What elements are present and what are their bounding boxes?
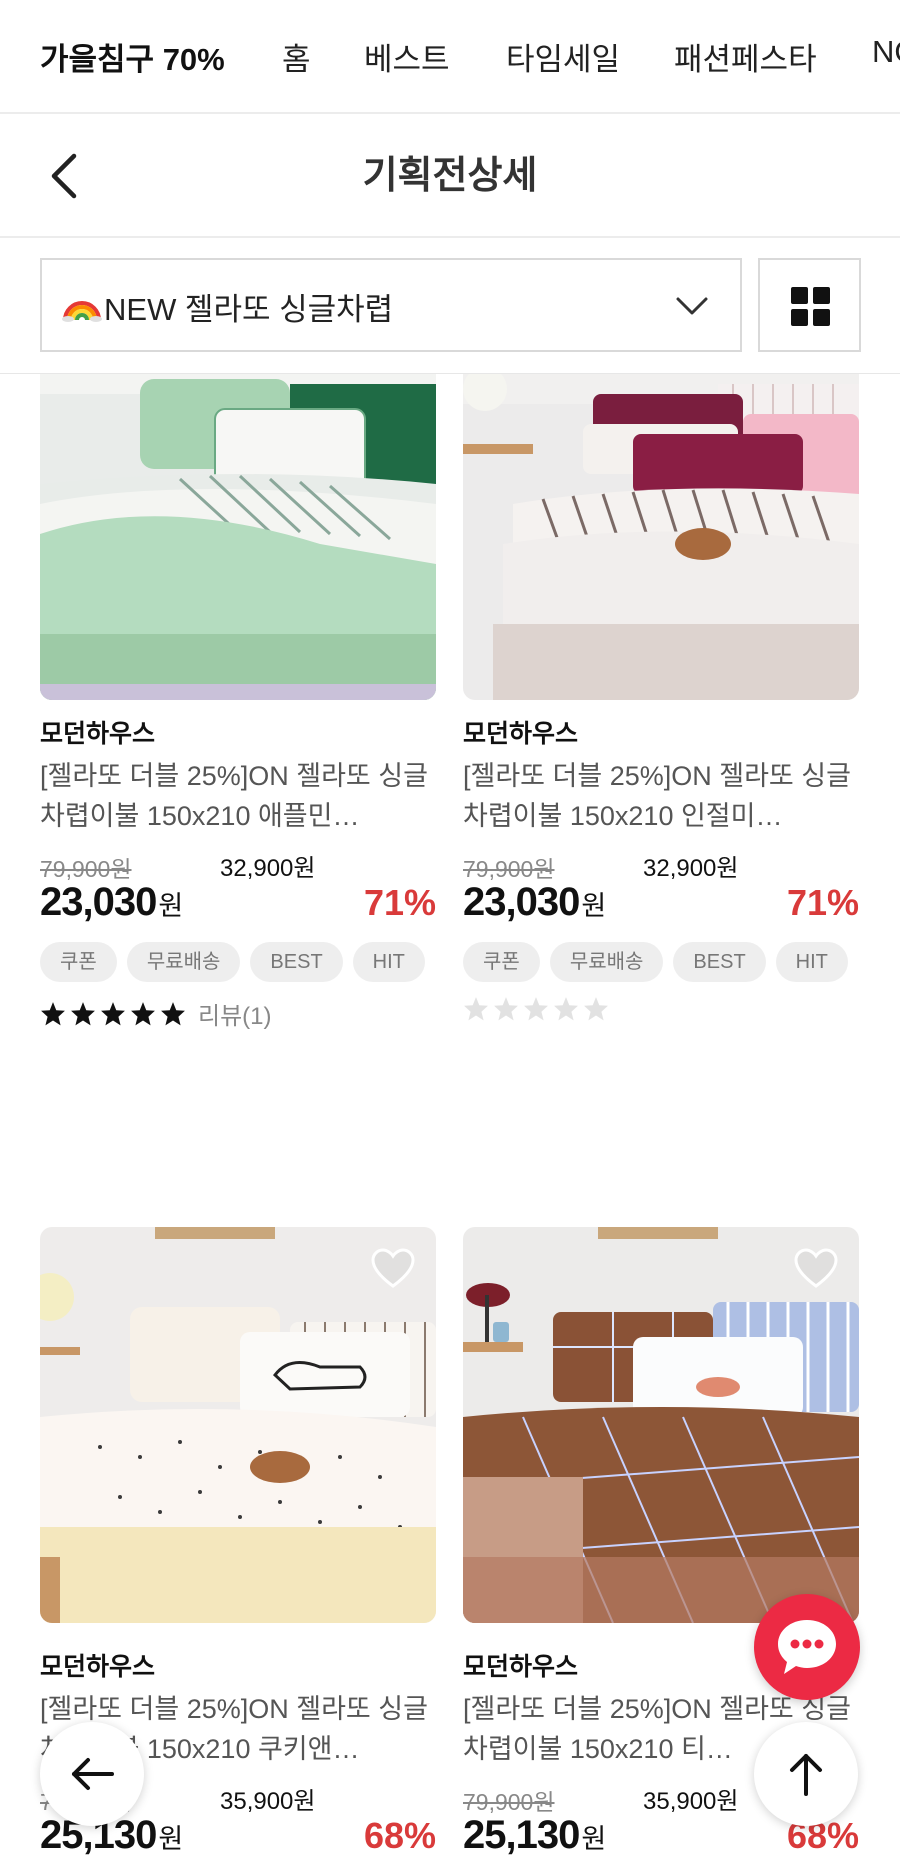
star-icon: [41, 1001, 65, 1025]
grid-view-button[interactable]: [758, 258, 861, 352]
tag-hit: HIT: [352, 942, 425, 982]
star-icon: [71, 1001, 95, 1025]
currency-unit: 원: [158, 1824, 183, 1854]
product-brand: 모던하우스: [463, 1653, 579, 1681]
rainbow-icon: [62, 301, 102, 322]
star-empty-icon: [584, 997, 608, 1021]
discount-rate: 68%: [363, 1815, 436, 1856]
product-image: [40, 1227, 436, 1623]
original-price: 79,900원: [463, 1789, 555, 1815]
rating-stars: [463, 996, 609, 1022]
product-name[interactable]: [젤라또 더블 25%]ON 젤라또 싱글 차렵이불 150x210 애플민…: [40, 756, 436, 836]
star-icon: [131, 1001, 155, 1025]
arrow-up-icon: [790, 1754, 822, 1796]
scroll-top-button[interactable]: [754, 1722, 858, 1826]
discount-rate: 71%: [363, 882, 436, 923]
discount-rate: 71%: [786, 882, 859, 923]
star-empty-icon: [524, 997, 548, 1021]
sale-price: 23,030원: [463, 880, 606, 925]
currency-unit: 원: [158, 891, 183, 921]
star-empty-icon: [554, 997, 578, 1021]
star-icon: [161, 1001, 185, 1025]
category-select-value: NEW 젤라또 싱글차렵: [62, 284, 393, 329]
sale-price: 23,030원: [40, 880, 183, 925]
tag-coupon: 쿠폰: [463, 942, 540, 982]
original-price: 79,900원: [463, 856, 555, 882]
coupon-price: 35,900원: [220, 1788, 316, 1815]
tag-free-shipping: 무료배송: [549, 942, 664, 982]
nav-item-fashion-festa[interactable]: 패션페스타: [674, 34, 817, 79]
back-float-button[interactable]: [40, 1722, 144, 1826]
currency-unit: 원: [581, 891, 606, 921]
category-select-label: NEW 젤라또 싱글차렵: [104, 292, 394, 327]
product-brand: 모던하우스: [463, 720, 579, 748]
product-tags: 쿠폰 무료배송 BEST HIT: [463, 942, 848, 982]
review-count[interactable]: 리뷰(1): [198, 996, 272, 1031]
tag-best: BEST: [673, 942, 766, 982]
heart-icon[interactable]: [793, 1247, 839, 1289]
heart-icon[interactable]: [370, 1247, 416, 1289]
chat-bubble-icon: [778, 1620, 836, 1674]
chevron-down-icon: [676, 297, 708, 315]
sale-price: 25,130원: [463, 1813, 606, 1858]
coupon-price: 32,900원: [643, 855, 739, 882]
tag-free-shipping: 무료배송: [126, 942, 241, 982]
product-tags: 쿠폰 무료배송 BEST HIT: [40, 942, 425, 982]
star-empty-icon: [494, 997, 518, 1021]
top-category-nav: 가을침구 70% 홈 베스트 타임세일 패션페스타 NO: [0, 0, 900, 114]
star-icon: [101, 1001, 125, 1025]
product-brand: 모던하우스: [40, 720, 156, 748]
rating-stars: 리뷰(1): [40, 996, 272, 1031]
sale-price-value: 23,030: [463, 880, 580, 924]
original-price: 79,900원: [40, 856, 132, 882]
star-empty-icon: [464, 997, 488, 1021]
category-select[interactable]: NEW 젤라또 싱글차렵: [40, 258, 742, 352]
nav-item-autumn-bedding[interactable]: 가을침구 70%: [40, 34, 225, 79]
nav-item-best[interactable]: 베스트: [364, 34, 450, 79]
chat-button[interactable]: [754, 1594, 860, 1700]
coupon-price: 35,900원: [643, 1788, 739, 1815]
coupon-price: 32,900원: [220, 855, 316, 882]
product-card[interactable]: 모던하우스 [젤라또 더블 25%]ON 젤라또 싱글 차렵이불 150x210…: [40, 304, 436, 1034]
nav-item-home[interactable]: 홈: [282, 34, 311, 79]
page-title: 기획전상세: [362, 155, 538, 197]
product-image: [463, 1227, 859, 1623]
filter-bar: NEW 젤라또 싱글차렵: [0, 238, 900, 374]
sale-price-value: 25,130: [463, 1813, 580, 1857]
product-name[interactable]: [젤라또 더블 25%]ON 젤라또 싱글 차렵이불 150x210 인절미…: [463, 756, 859, 836]
tag-hit: HIT: [775, 942, 848, 982]
sale-price-value: 23,030: [40, 880, 157, 924]
product-brand: 모던하우스: [40, 1653, 156, 1681]
currency-unit: 원: [581, 1824, 606, 1854]
nav-item-timesale[interactable]: 타임세일: [506, 34, 620, 79]
product-card[interactable]: 모던하우스 [젤라또 더블 25%]ON 젤라또 싱글 차렵이불 150x210…: [463, 304, 859, 1034]
tag-coupon: 쿠폰: [40, 942, 117, 982]
nav-item-more[interactable]: NO: [872, 34, 900, 70]
arrow-left-icon: [72, 1758, 114, 1790]
tag-best: BEST: [250, 942, 343, 982]
